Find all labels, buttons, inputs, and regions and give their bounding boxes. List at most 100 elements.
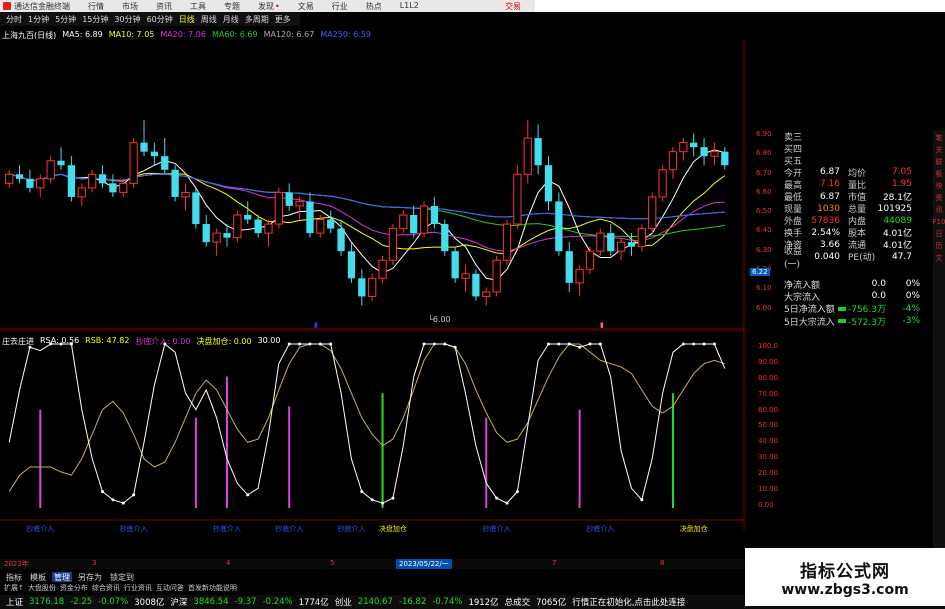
menu-item-5[interactable]: 发现 xyxy=(258,1,280,12)
period-tab-6[interactable]: 日线 xyxy=(179,14,195,25)
period-tab-5[interactable]: 60分钟 xyxy=(147,14,173,25)
info-tab-6[interactable]: 首发新功能说明 xyxy=(188,583,237,593)
candle-body xyxy=(710,151,719,157)
candle-body xyxy=(327,219,335,229)
tool-tab-3[interactable]: 另存为 xyxy=(76,572,104,582)
candle-body xyxy=(441,224,449,252)
price-tick: 6.90 xyxy=(756,130,772,138)
candle-body xyxy=(316,219,325,234)
menu-item-4[interactable]: 专题 xyxy=(224,1,240,12)
ind-tick: 80.00 xyxy=(758,373,779,382)
quote-value: 1030 xyxy=(817,203,840,214)
period-tab-3[interactable]: 15分钟 xyxy=(82,14,108,25)
candlestick-chart[interactable]: └6.00 ▮ ▮ xyxy=(0,40,745,330)
tool-tab-4[interactable]: 锁定到 xyxy=(108,572,136,582)
period-tab-7[interactable]: 周线 xyxy=(201,14,217,25)
status-item-9: 1774亿 xyxy=(298,598,329,608)
quote-value: 44089 xyxy=(883,215,912,226)
info-tab-5[interactable]: 互动问答 xyxy=(156,583,184,593)
period-tab-9[interactable]: 多周期 xyxy=(245,14,269,25)
blank-panel xyxy=(535,0,945,12)
date-flag: ▮ xyxy=(314,321,318,329)
period-tab-10[interactable]: 更多 xyxy=(275,14,291,25)
info-tab-2[interactable]: 资金分布 xyxy=(60,583,88,593)
rsa-point xyxy=(588,342,592,346)
ind-tick: 10.00 xyxy=(758,485,779,494)
candle-body xyxy=(523,137,532,175)
menu-item-7[interactable]: 行业 xyxy=(332,1,348,12)
quote-value: 4.01亿 xyxy=(882,229,912,240)
quote-value: 28.1亿 xyxy=(882,193,912,204)
side-tab-10[interactable]: 文 xyxy=(936,254,943,262)
month-label: 7 xyxy=(552,559,557,567)
price-axis: 6.22 6.906.806.706.606.506.406.306.206.1… xyxy=(750,130,784,323)
period-tab-4[interactable]: 30分钟 xyxy=(114,14,140,25)
candle-body xyxy=(244,215,252,220)
side-tab-0[interactable]: 笔 xyxy=(936,134,943,142)
quote-row: 换手 2.54% 股本 4.01亿 xyxy=(784,227,930,240)
price-tick: 6.00 xyxy=(756,303,772,312)
candle-body xyxy=(388,228,398,261)
candle-body xyxy=(668,151,678,171)
quote-label: 流通 xyxy=(848,241,867,252)
quote-value: 4.01亿 xyxy=(882,241,912,252)
ind-tick: 0.00 xyxy=(758,500,774,509)
info-tabs: 扩展↑ 大盘股份 资金分布 综合资讯 行业资讯 互动问答 首发新功能说明 xyxy=(0,583,720,593)
rsa-point xyxy=(598,342,602,346)
side-tab-8[interactable]: 日 xyxy=(936,230,943,238)
status-item-1: 3176.18 xyxy=(29,597,65,607)
info-tab-0[interactable]: 扩展↑ xyxy=(4,583,24,593)
menu-item-0[interactable]: 行情 xyxy=(88,1,104,12)
flow-label: 5日净流入额 xyxy=(784,305,835,316)
price-tick: 6.10 xyxy=(756,284,772,293)
rsa-point xyxy=(132,493,136,497)
tool-tab-1[interactable]: 模板 xyxy=(28,572,48,582)
period-tab-2[interactable]: 5分钟 xyxy=(55,14,76,25)
menu-item-8[interactable]: 热点 xyxy=(366,1,382,12)
candle-body xyxy=(544,165,553,202)
candle-body xyxy=(264,223,273,234)
indicator-chart[interactable] xyxy=(0,330,760,530)
signal-label-1: 抄底介入 xyxy=(119,525,148,533)
tool-tab-2[interactable]: 管理 xyxy=(52,572,72,582)
candle-body xyxy=(637,228,646,248)
flow-row: 5日净流入额 -756.3万 -4% xyxy=(784,303,930,316)
candle-body xyxy=(306,201,314,234)
period-tab-0[interactable]: 分时 xyxy=(6,14,22,25)
side-tab-1[interactable]: 关 xyxy=(936,146,943,154)
rsa-point xyxy=(101,490,105,494)
side-tab-6[interactable]: 讯 xyxy=(936,206,943,214)
app-logo-icon xyxy=(3,2,11,10)
quote-label: 总量 xyxy=(848,205,867,216)
menu-item-1[interactable]: 市场 xyxy=(122,1,138,12)
month-label: 4 xyxy=(226,559,231,567)
menu-item-9[interactable]: L1L2 xyxy=(400,1,419,12)
menu-item-3[interactable]: 工具 xyxy=(190,1,206,12)
side-tab-4[interactable]: 块 xyxy=(936,182,943,190)
flow-percent: 0% xyxy=(905,291,920,302)
info-tab-4[interactable]: 行业资讯 xyxy=(124,583,152,593)
side-tab-5[interactable]: 资 xyxy=(936,194,943,202)
month-label: 8 xyxy=(660,559,665,567)
period-tab-1[interactable]: 1分钟 xyxy=(28,14,49,25)
menu-item-2[interactable]: 资讯 xyxy=(156,1,172,12)
ind-tick: 60.00 xyxy=(758,405,779,414)
menu-item-6[interactable]: 文易 xyxy=(298,1,314,12)
quote-label: 量比 xyxy=(848,180,867,191)
period-tab-8[interactable]: 月线 xyxy=(223,14,239,25)
info-tab-1[interactable]: 大盘股份 xyxy=(28,583,56,593)
rsa-point xyxy=(121,501,125,505)
candle-body xyxy=(26,178,34,188)
info-tab-3[interactable]: 综合资讯 xyxy=(92,583,120,593)
trade-button[interactable]: 交易 xyxy=(505,1,521,12)
status-item-17: 行情正在初始化,点击此处连接 xyxy=(572,598,686,608)
tool-tab-0[interactable]: 指标 xyxy=(4,572,24,582)
side-tab-2[interactable]: 联 xyxy=(936,158,943,166)
side-tab-3[interactable]: 板 xyxy=(936,170,943,178)
side-tab-7[interactable]: F10 xyxy=(933,218,945,226)
date-axis: 2023年3456782023/05/22/一 xyxy=(0,559,745,569)
quote-value: 3.66 xyxy=(819,239,840,250)
rsa-point xyxy=(391,496,395,500)
candle-body xyxy=(679,142,688,153)
side-tab-9[interactable]: 历 xyxy=(936,242,943,250)
